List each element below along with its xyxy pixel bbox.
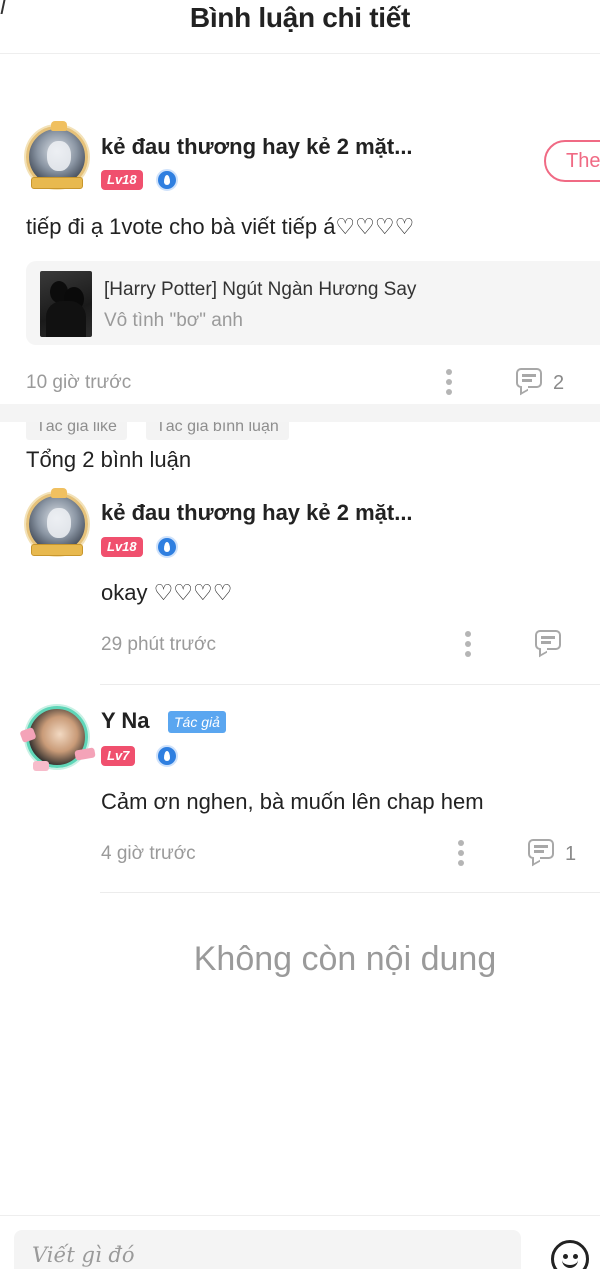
avatar[interactable] <box>26 121 88 189</box>
comment-input-bar: Viết gì đó <box>0 1215 600 1269</box>
vip-icon <box>156 536 178 558</box>
avatar[interactable] <box>19 706 96 771</box>
reply-count: 2 <box>553 372 565 394</box>
reply-text: okay ♡♡♡♡ <box>101 580 233 605</box>
reply-icon[interactable] <box>535 630 563 658</box>
emoji-icon[interactable] <box>551 1240 589 1269</box>
comment-input[interactable]: Viết gì đó <box>14 1230 521 1269</box>
avatar[interactable] <box>26 488 88 556</box>
avatar-frame-ribbon <box>31 177 83 189</box>
more-options-icon[interactable] <box>465 631 471 657</box>
story-title: [Harry Potter] Ngút Ngàn Hương Say <box>104 279 417 300</box>
end-of-content-label: Không còn nội dung <box>193 940 497 978</box>
more-options-icon[interactable] <box>446 369 452 395</box>
section-divider <box>0 404 600 422</box>
avatar-face <box>47 141 71 171</box>
reply-time: 29 phút trước <box>101 634 216 655</box>
level-badge: Lv7 <box>101 746 136 766</box>
level-badge: Lv18 <box>101 170 143 190</box>
comment-text: tiếp đi ạ 1vote cho bà viết tiếp á♡♡♡♡ <box>26 214 415 239</box>
page-title: Bình luận chi tiết <box>189 2 411 33</box>
comment-input-placeholder: Viết gì đó <box>32 1243 135 1267</box>
comment-icon[interactable] <box>516 368 544 396</box>
username[interactable]: kẻ đau thương hay kẻ 2 mặt... <box>101 500 413 526</box>
story-chapter: Vô tình "bơ" anh <box>104 310 243 331</box>
more-options-icon[interactable] <box>458 840 464 866</box>
reply-icon[interactable] <box>528 839 556 867</box>
comment-time: 10 giờ trước <box>26 372 132 393</box>
reply-text: Cảm ơn nghen, bà muốn lên chap hem <box>101 789 484 814</box>
story-card[interactable]: [Harry Potter] Ngút Ngàn Hương Say Vô tì… <box>26 261 600 345</box>
divider <box>100 892 600 893</box>
reply-time: 4 giờ trước <box>101 843 196 864</box>
header-bar: Bình luận chi tiết <box>0 0 600 54</box>
level-badge: Lv18 <box>101 537 143 557</box>
total-comments-label: Tổng 2 bình luận <box>26 447 192 472</box>
avatar-frame-crown <box>51 121 67 131</box>
reply-count: 1 <box>565 843 577 865</box>
story-cover-image <box>40 271 92 337</box>
username[interactable]: Y Na <box>101 708 150 734</box>
author-tag: Tác giả <box>168 711 226 733</box>
vip-icon <box>156 745 178 767</box>
username[interactable]: kẻ đau thương hay kẻ 2 mặt... <box>101 134 413 160</box>
follow-button[interactable]: The <box>544 140 600 182</box>
divider <box>100 684 600 685</box>
vip-icon <box>156 169 178 191</box>
